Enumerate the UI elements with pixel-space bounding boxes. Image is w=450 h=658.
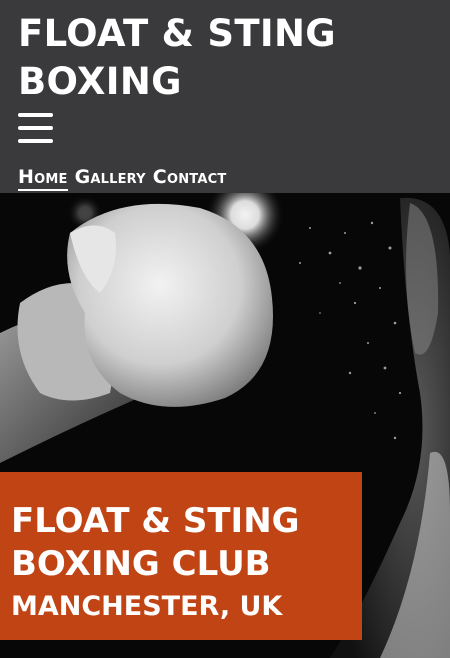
menu-bar (18, 113, 53, 117)
nav-link-gallery[interactable]: Gallery (75, 165, 146, 191)
hero-section: FLOAT & STING BOXING CLUB MANCHESTER, UK (0, 193, 450, 658)
nav-link-contact[interactable]: Contact (153, 165, 227, 191)
site-header: FLOAT & STING BOXING Home Gallery Contac… (0, 0, 450, 193)
hamburger-menu-icon[interactable] (18, 113, 53, 144)
menu-bar (18, 139, 53, 143)
main-nav: Home Gallery Contact (18, 165, 226, 191)
hero-title: FLOAT & STING BOXING CLUB (11, 501, 300, 584)
hero-subtitle: MANCHESTER, UK (11, 591, 283, 622)
hero-banner: FLOAT & STING BOXING CLUB MANCHESTER, UK (0, 472, 362, 640)
menu-bar (18, 126, 53, 130)
nav-link-home[interactable]: Home (18, 165, 68, 191)
site-title[interactable]: FLOAT & STING BOXING (18, 10, 438, 106)
